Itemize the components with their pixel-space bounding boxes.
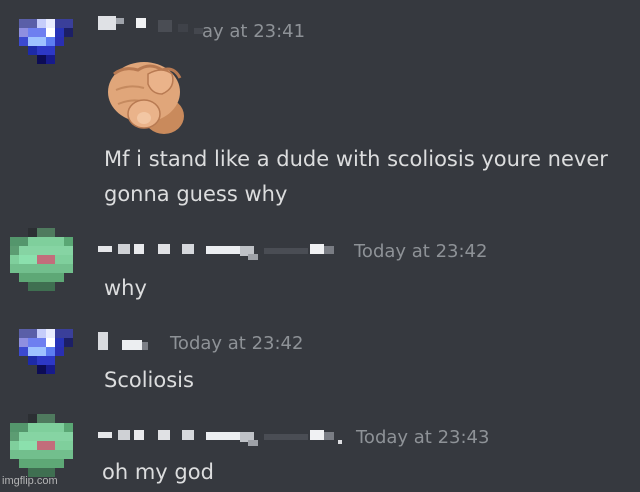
- redacted-username[interactable]: [98, 424, 350, 446]
- message-timestamp: Today at 23:42: [354, 241, 488, 262]
- user-avatar-green[interactable]: [10, 228, 82, 300]
- message-text-line: oh my god: [102, 460, 214, 484]
- message-text-line: Scoliosis: [104, 368, 194, 392]
- redacted-username[interactable]: [98, 330, 168, 352]
- message-text-line: gonna guess why: [104, 182, 288, 206]
- message-text-line: why: [104, 276, 147, 300]
- message-timestamp: Today at 23:42: [170, 333, 304, 354]
- redacted-username[interactable]: [98, 14, 203, 36]
- message-text-line: Mf i stand like a dude with scoliosis yo…: [104, 147, 608, 171]
- chat-log: ay at 23:41 Mf i stand like a dude with …: [0, 0, 640, 489]
- user-avatar-blue[interactable]: [10, 320, 82, 392]
- user-avatar-blue[interactable]: [10, 10, 82, 82]
- pointing-hand-emoji: [104, 44, 188, 136]
- imgflip-watermark: imgflip.com: [2, 475, 58, 487]
- message-timestamp: ay at 23:41: [202, 21, 306, 42]
- message-timestamp: Today at 23:43: [356, 427, 490, 448]
- redacted-username[interactable]: [98, 238, 350, 260]
